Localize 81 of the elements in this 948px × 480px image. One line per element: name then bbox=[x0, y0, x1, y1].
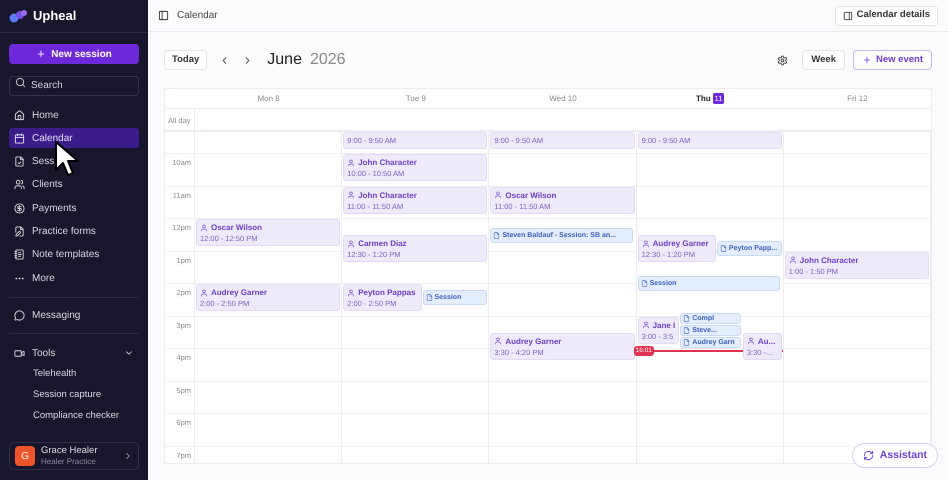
page-title: Calendar bbox=[177, 9, 219, 23]
document-icon bbox=[720, 245, 727, 252]
document-icon bbox=[493, 232, 500, 239]
document-icon bbox=[14, 156, 25, 168]
video-icon bbox=[14, 348, 25, 359]
nav-item[interactable]: Messaging bbox=[9, 304, 139, 326]
month-label: June bbox=[267, 50, 302, 70]
client-name: Au... bbox=[758, 336, 776, 347]
day-header: Mon 8 bbox=[257, 92, 280, 104]
document-icon bbox=[683, 326, 690, 334]
person-icon bbox=[642, 240, 650, 248]
tools-subitem[interactable]: Telehealth bbox=[33, 366, 139, 382]
notes-icon bbox=[14, 249, 25, 260]
client-name: Jane I bbox=[652, 320, 676, 330]
client-name: Peyton Pappas bbox=[358, 287, 416, 298]
day-header: Fri 12 bbox=[847, 92, 868, 104]
document-icon bbox=[640, 280, 648, 288]
year-label: 2026 bbox=[310, 50, 346, 70]
person-icon bbox=[347, 240, 356, 248]
person-icon bbox=[746, 337, 755, 346]
client-name: Audrey Garner bbox=[652, 238, 709, 250]
person-icon bbox=[494, 191, 502, 199]
week-view-button[interactable]: Week bbox=[802, 50, 845, 70]
user-card[interactable]: G Grace Healer Healer Practice bbox=[9, 442, 139, 470]
client-name: Carmen Diaz bbox=[358, 238, 407, 250]
tools-subitem[interactable]: Compliance checker bbox=[33, 408, 139, 424]
client-name: Audrey Garner bbox=[505, 336, 562, 347]
search-icon bbox=[15, 76, 26, 88]
person-icon bbox=[788, 256, 797, 264]
calendar-icon bbox=[14, 132, 25, 144]
plus-icon bbox=[862, 55, 872, 65]
practice-name: Healer Practice bbox=[41, 456, 97, 467]
new-session-button[interactable]: New session bbox=[9, 44, 139, 64]
assistant-icon bbox=[862, 450, 874, 461]
home-icon bbox=[14, 110, 25, 120]
client-name: John Character bbox=[358, 157, 417, 168]
person-icon bbox=[347, 288, 356, 296]
nav-item[interactable]: Sess bbox=[9, 152, 139, 172]
today-button[interactable]: Today bbox=[164, 50, 208, 70]
panel-icon bbox=[842, 10, 853, 20]
tools-item[interactable]: Tools bbox=[9, 342, 139, 364]
day-header: Wed 10 bbox=[549, 92, 577, 104]
day-header: Tue 9 bbox=[406, 92, 426, 104]
search-field[interactable]: Search bbox=[9, 76, 139, 96]
person-icon bbox=[200, 288, 208, 296]
day-header: Thu bbox=[696, 92, 711, 104]
client-name: John Character bbox=[800, 254, 858, 266]
document-icon bbox=[426, 294, 432, 302]
assistant-button[interactable]: Assistant bbox=[852, 443, 938, 468]
person-icon bbox=[347, 191, 356, 199]
plus-icon bbox=[36, 49, 46, 59]
nav-item[interactable]: Home bbox=[9, 105, 139, 125]
chat-icon bbox=[14, 310, 25, 321]
settings-icon[interactable] bbox=[777, 54, 788, 66]
user-name: Grace Healer bbox=[41, 445, 98, 456]
user-avatar: G bbox=[15, 446, 35, 466]
client-name: John Character bbox=[358, 190, 417, 200]
client-name: Oscar Wilson bbox=[211, 222, 262, 233]
form-icon bbox=[14, 226, 25, 237]
brand-name: Upheal bbox=[33, 7, 76, 26]
nav-item[interactable]: Payments bbox=[9, 198, 139, 218]
dollar-icon bbox=[14, 202, 25, 214]
people-icon bbox=[14, 179, 25, 190]
client-name: Audrey Garner bbox=[211, 287, 268, 298]
person-icon bbox=[494, 337, 502, 346]
document-icon bbox=[683, 338, 690, 346]
client-name: Oscar Wilson bbox=[505, 190, 556, 200]
nav-item[interactable]: Note templates bbox=[9, 244, 139, 265]
nav-item[interactable]: Calendar bbox=[9, 128, 139, 148]
logo-icon bbox=[9, 9, 27, 23]
tools-subitem[interactable]: Session capture bbox=[33, 387, 139, 402]
nav-item[interactable]: Practice forms bbox=[9, 221, 139, 242]
sidebar-toggle-icon[interactable] bbox=[158, 10, 169, 21]
person-icon bbox=[347, 158, 356, 166]
person-icon bbox=[200, 224, 208, 232]
nav-item[interactable]: More bbox=[9, 268, 139, 288]
calendar-details-button[interactable]: Calendar details bbox=[834, 6, 938, 26]
person-icon bbox=[642, 321, 650, 329]
new-event-button[interactable]: New event bbox=[853, 50, 932, 70]
nav-item[interactable]: Clients bbox=[9, 174, 139, 195]
document-icon bbox=[683, 314, 690, 322]
